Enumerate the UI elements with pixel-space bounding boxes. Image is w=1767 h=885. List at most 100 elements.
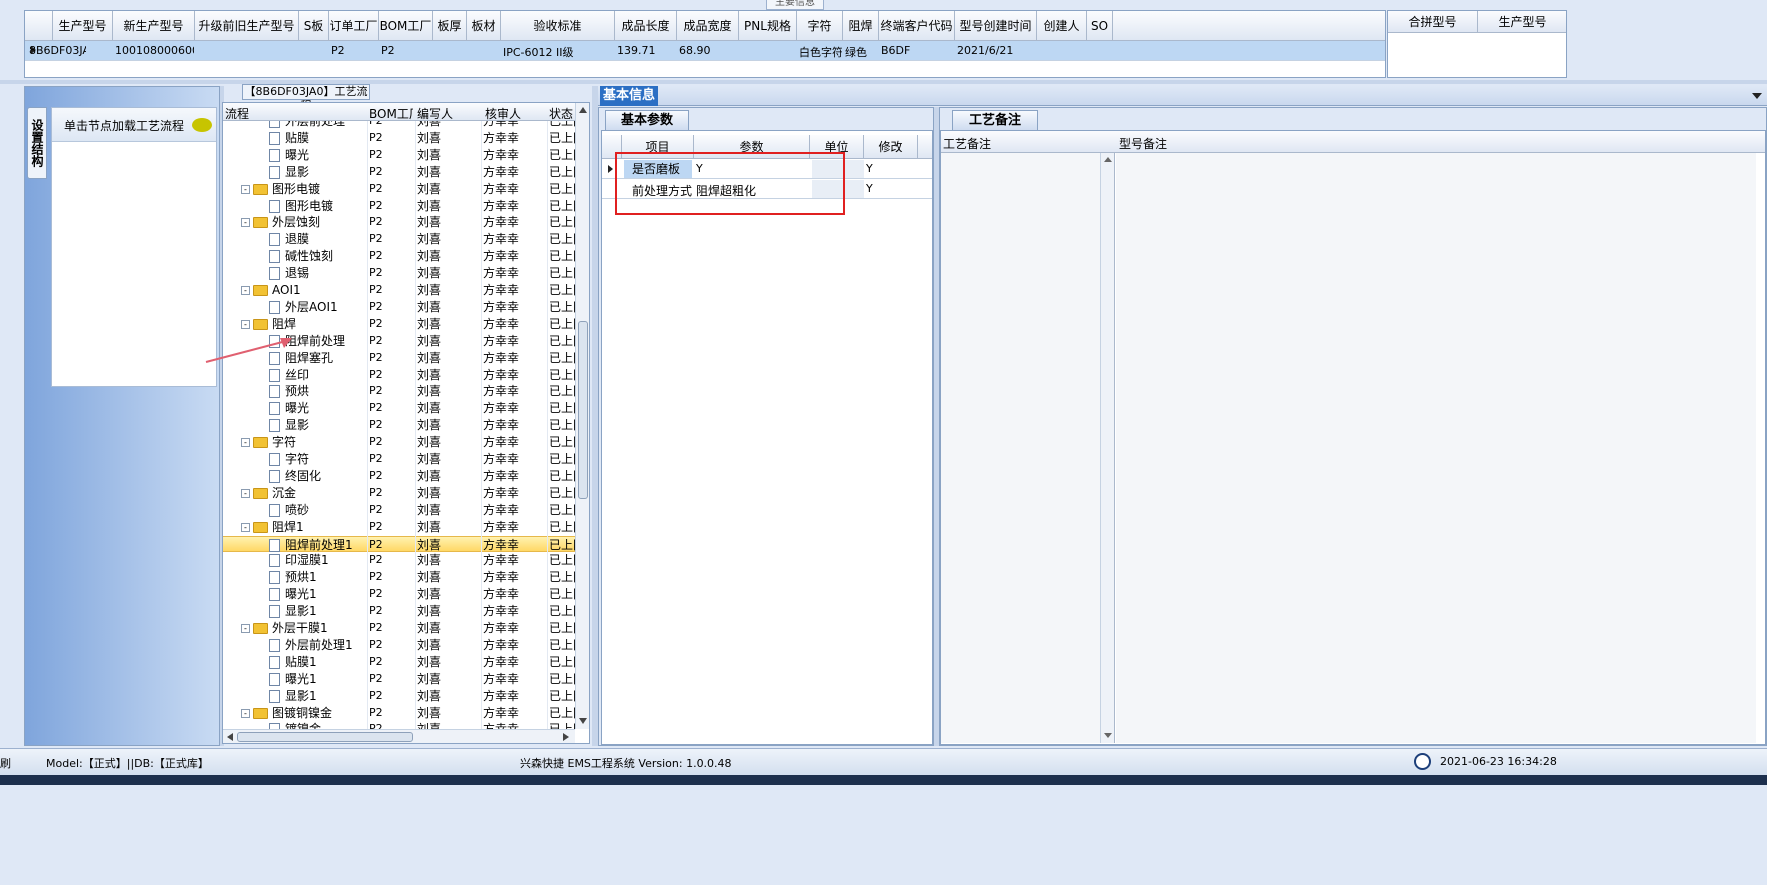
tree-vscrollbar[interactable] (575, 103, 589, 729)
col-model-remark[interactable]: 型号备注 (1119, 135, 1167, 152)
col-bom[interactable]: BOM工厂 (369, 105, 413, 122)
collapse-icon[interactable]: - (241, 218, 250, 228)
cell-4[interactable]: P2 (331, 44, 378, 57)
col-11[interactable]: PNL规格 (739, 11, 797, 41)
col-4[interactable]: 订单工厂 (329, 11, 379, 41)
cell-12[interactable]: 白色字符 (799, 44, 842, 60)
col-14[interactable]: 终端客户代码 (879, 11, 955, 41)
scroll-left-icon[interactable] (227, 733, 233, 741)
col-9[interactable]: 成品长度 (615, 11, 677, 41)
tree-row[interactable]: 阻焊前处理1 P2 刘喜 方幸幸 已上网 (223, 535, 575, 553)
col-8[interactable]: 验收标准 (501, 11, 615, 41)
tree-row[interactable]: 贴膜1 P2 刘喜 方幸幸 已上网 (223, 654, 575, 671)
col-0[interactable]: 生产型号 (53, 11, 113, 41)
col-author[interactable]: 编写人 (417, 105, 453, 122)
tree-row[interactable]: 退膜 P2 刘喜 方幸幸 已上网 (223, 231, 575, 248)
tree-row[interactable]: 外层前处理 P2刘喜 方幸幸 已上网 (223, 121, 575, 130)
tree-row[interactable]: 曝光1 P2 刘喜 方幸幸 已上网 (223, 671, 575, 688)
col-3[interactable]: S板 (299, 11, 329, 41)
cell-10[interactable]: 68.90 (679, 44, 738, 57)
col-7[interactable]: 板材 (467, 11, 501, 41)
param-modify-0[interactable]: Y (866, 162, 873, 175)
tree-row[interactable]: 喷砂 P2 刘喜 方幸幸 已上网 (223, 502, 575, 519)
scroll-thumb[interactable] (578, 321, 588, 499)
tree-row[interactable]: 外层AOI1 P2 刘喜 方幸幸 已上网 (223, 299, 575, 316)
hscroll-thumb[interactable] (237, 732, 413, 742)
tree-hscrollbar[interactable] (223, 729, 575, 743)
scroll-right-icon[interactable] (563, 733, 569, 741)
model-remark-textarea[interactable] (1116, 153, 1756, 743)
tab-basic-params[interactable]: 基本参数 (605, 110, 689, 130)
process-remark-textarea[interactable] (941, 153, 1101, 743)
col-merge-model[interactable]: 合拼型号 (1388, 11, 1478, 33)
cell-1[interactable]: 10010800060072 (115, 44, 194, 57)
col-2[interactable]: 升级前旧生产型号 (195, 11, 299, 41)
collapse-icon[interactable]: - (241, 624, 250, 633)
col-process[interactable]: 流程 (225, 105, 249, 122)
collapse-icon[interactable]: - (241, 522, 250, 532)
tree-row[interactable]: - 外层干膜1 P2 刘喜 方幸幸 已上网 (223, 620, 575, 637)
tree-row[interactable]: - AOI1 P2 刘喜 方幸幸 已上网 (223, 282, 575, 299)
tree-row[interactable]: 贴膜 P2 刘喜 方幸幸 已上网 (223, 130, 575, 147)
tree-row[interactable]: 预烘 P2 刘喜 方幸幸 已上网 (223, 383, 575, 400)
panel-dropdown-icon[interactable] (1752, 93, 1762, 99)
col-16[interactable]: 创建人 (1037, 11, 1087, 41)
remark-scrollbar[interactable] (1101, 153, 1115, 743)
col-15[interactable]: 型号创建时间 (955, 11, 1037, 41)
col-prod-model[interactable]: 生产型号 (1478, 11, 1566, 33)
col-6[interactable]: 板厚 (433, 11, 467, 41)
param-modify-1[interactable]: Y (866, 182, 873, 195)
tree-row[interactable]: 碱性蚀刻 P2 刘喜 方幸幸 已上网 (223, 248, 575, 265)
cell-13[interactable]: 绿色 (845, 44, 878, 60)
collapse-icon[interactable]: - (241, 184, 250, 194)
scroll-down-icon[interactable] (579, 718, 587, 724)
col-10[interactable]: 成品宽度 (677, 11, 739, 41)
remark-scroll-up-icon[interactable] (1104, 157, 1112, 162)
tree-row[interactable]: 曝光 P2 刘喜 方幸幸 已上网 (223, 400, 575, 417)
tree-row[interactable]: 显影 P2 刘喜 方幸幸 已上网 (223, 417, 575, 434)
tree-row[interactable]: 显影1 P2 刘喜 方幸幸 已上网 (223, 603, 575, 620)
collapse-icon[interactable]: - (241, 708, 250, 718)
tree-row[interactable]: 字符 P2 刘喜 方幸幸 已上网 (223, 451, 575, 468)
os-taskbar[interactable] (0, 775, 1767, 785)
col-13[interactable]: 阻焊 (843, 11, 879, 41)
tree-row[interactable]: - 图镀铜镍金 P2 刘喜 方幸幸 已上网 (223, 705, 575, 722)
tree-row[interactable]: 显影 P2 刘喜 方幸幸 已上网 (223, 164, 575, 181)
scroll-up-icon[interactable] (579, 107, 587, 113)
tree-row[interactable]: 图形电镀 P2 刘喜 方幸幸 已上网 (223, 198, 575, 215)
vertical-tab-structure[interactable]: 设置结构 (27, 107, 47, 179)
tree-row[interactable]: 外层前处理1 P2 刘喜 方幸幸 已上网 (223, 637, 575, 654)
cell-5[interactable]: P2 (381, 44, 432, 57)
cell-0[interactable]: 8B6DF03JA0 (29, 44, 86, 57)
col-17[interactable]: SO (1087, 11, 1113, 41)
tree-row[interactable]: - 图形电镀 P2 刘喜 方幸幸 已上网 (223, 181, 575, 198)
tree-row[interactable]: - 阻焊1 P2 刘喜 方幸幸 已上网 (223, 519, 575, 536)
tree-row[interactable]: - 字符 P2 刘喜 方幸幸 已上网 (223, 434, 575, 451)
cell-15[interactable]: 2021/6/21 (957, 44, 1036, 57)
collapse-icon[interactable]: - (241, 286, 250, 295)
tree-row[interactable]: 终固化 P2 刘喜 方幸幸 已上网 (223, 468, 575, 485)
col-reviewer[interactable]: 核审人 (485, 105, 521, 122)
col-modify[interactable]: 修改 (864, 135, 918, 159)
top-tab-label[interactable]: 主要信息 (766, 0, 824, 10)
tree-row[interactable]: 预烘1 P2 刘喜 方幸幸 已上网 (223, 569, 575, 586)
col-status[interactable]: 状态 (549, 105, 573, 122)
tree-row[interactable]: - 沉金 P2 刘喜 方幸幸 已上网 (223, 485, 575, 502)
tree-row[interactable]: 镀镍金 P2 刘喜方幸幸已上网 (223, 721, 575, 729)
collapse-icon[interactable]: - (241, 319, 250, 329)
collapse-icon[interactable]: - (241, 488, 250, 498)
tree-row[interactable]: 印湿膜1 P2 刘喜 方幸幸 已上网 (223, 552, 575, 569)
remark-scroll-down-icon[interactable] (1104, 733, 1112, 738)
top-grid-row[interactable]: 8B6DF03JA0 10010800060072 P2P2 IPC-6012 II级… (25, 41, 1385, 61)
collapse-icon[interactable]: - (241, 438, 250, 448)
tree-row[interactable]: - 外层蚀刻 P2 刘喜 方幸幸 已上网 (223, 214, 575, 231)
col-12[interactable]: 字符 (797, 11, 843, 41)
basic-info-title[interactable]: 基本信息 (600, 86, 658, 106)
cell-9[interactable]: 139.71 (617, 44, 676, 57)
tree-row[interactable]: 曝光 P2 刘喜 方幸幸 已上网 (223, 147, 575, 164)
hint-header[interactable]: 单击节点加载工艺流程 (52, 108, 216, 142)
tree-row[interactable]: 退锡 P2 刘喜 方幸幸 已上网 (223, 265, 575, 282)
tree-row[interactable]: 曝光1 P2 刘喜 方幸幸 已上网 (223, 586, 575, 603)
tab-process-remarks[interactable]: 工艺备注 (952, 110, 1038, 130)
col-process-remark[interactable]: 工艺备注 (943, 135, 991, 152)
